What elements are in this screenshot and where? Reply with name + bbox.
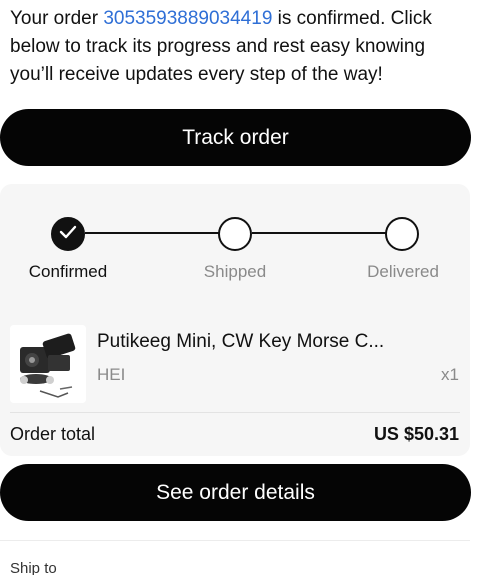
confirmation-message: Your order 3053593889034419 is confirmed… [10,5,472,89]
step-label-shipped: Shipped [203,262,267,281]
track-order-button[interactable]: Track order [0,109,471,166]
order-number-link[interactable]: 3053593889034419 [103,8,272,29]
step-label-confirmed: Confirmed [28,262,108,281]
see-order-details-button[interactable]: See order details [0,464,471,521]
step-shipped-indicator [218,217,252,251]
step-delivered-indicator [385,217,419,251]
checkmark-icon [59,225,77,244]
ship-to-heading: Ship to [10,560,57,575]
order-total-value: US $50.31 [373,424,459,444]
product-quantity: x1 [441,365,459,384]
message-prefix: Your order [10,8,104,29]
product-title[interactable]: Putikeeg Mini, CW Key Morse C... [97,331,417,353]
progress-line-confirmed-shipped [85,232,219,234]
order-total-label: Order total [10,424,96,444]
product-thumbnail[interactable] [10,325,86,403]
product-variant: HEI [97,365,126,384]
progress-line-shipped-delivered [252,232,386,234]
divider [10,412,460,413]
step-confirmed-indicator [51,217,85,251]
step-label-delivered: Delivered [367,262,439,281]
section-divider [0,540,470,541]
